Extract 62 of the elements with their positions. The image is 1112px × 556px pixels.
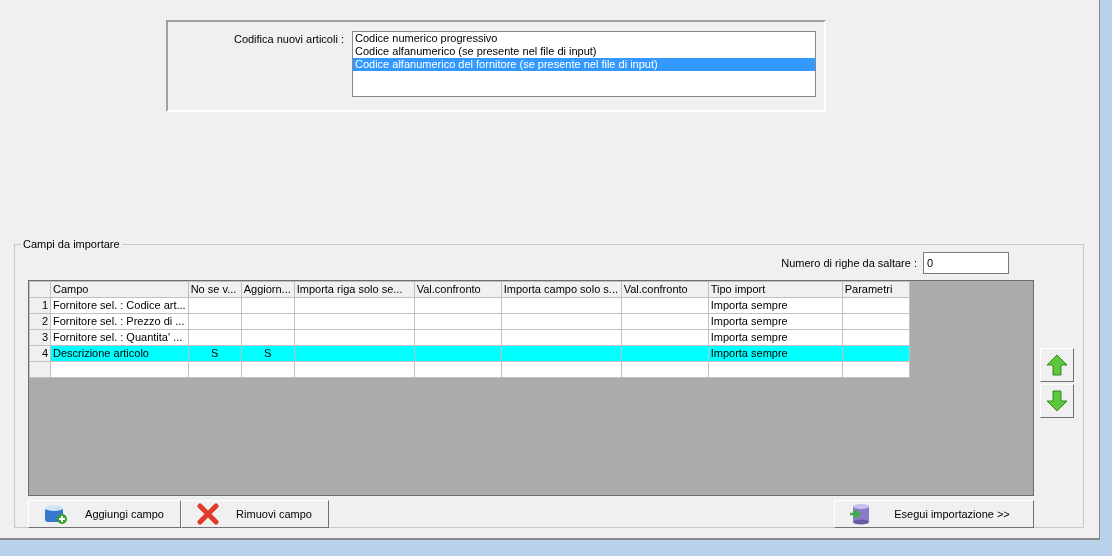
down-arrow-icon: [1046, 390, 1068, 412]
up-arrow-icon: [1046, 354, 1068, 376]
corner-cell: [29, 281, 51, 298]
remove-field-button[interactable]: Rimuovi campo: [181, 500, 329, 528]
list-option[interactable]: Codice numerico progressivo: [353, 32, 815, 45]
table-cell[interactable]: [621, 313, 709, 330]
table-cell[interactable]: Importa sempre: [708, 329, 843, 346]
table-cell[interactable]: [188, 297, 242, 314]
column-header[interactable]: Campo: [50, 281, 189, 298]
table-cell[interactable]: [188, 329, 242, 346]
column-header[interactable]: No se v...: [188, 281, 242, 298]
table-cell[interactable]: [241, 297, 295, 314]
table-cell[interactable]: [842, 297, 910, 314]
table-cell[interactable]: Fornitore sel. : Prezzo di ...: [50, 313, 189, 330]
move-up-button[interactable]: [1040, 348, 1074, 382]
column-header[interactable]: Tipo import: [708, 281, 843, 298]
box-plus-icon: [43, 503, 69, 525]
column-header[interactable]: Parametri: [842, 281, 910, 298]
table-cell[interactable]: [294, 329, 415, 346]
table-cell[interactable]: [621, 297, 709, 314]
table-cell[interactable]: [241, 329, 295, 346]
column-header[interactable]: Val.confronto: [621, 281, 709, 298]
table-cell[interactable]: [241, 313, 295, 330]
table-cell[interactable]: Fornitore sel. : Quantita' ...: [50, 329, 189, 346]
empty-cell[interactable]: [708, 361, 843, 378]
coding-label: Codifica nuovi articoli :: [232, 33, 344, 47]
table-cell[interactable]: [501, 297, 622, 314]
move-down-button[interactable]: [1040, 384, 1074, 418]
table-cell[interactable]: [414, 297, 502, 314]
table-cell[interactable]: Fornitore sel. : Codice art...: [50, 297, 189, 314]
column-header[interactable]: Val.confronto: [414, 281, 502, 298]
database-arrow-icon: [849, 503, 871, 525]
table-cell[interactable]: [188, 313, 242, 330]
table-cell[interactable]: [414, 329, 502, 346]
table-cell[interactable]: Importa sempre: [708, 297, 843, 314]
empty-cell[interactable]: [241, 361, 295, 378]
empty-cell[interactable]: [294, 361, 415, 378]
run-import-button[interactable]: Esegui importazione >>: [834, 500, 1034, 528]
table-cell[interactable]: [294, 313, 415, 330]
empty-cell[interactable]: [188, 361, 242, 378]
column-header[interactable]: Aggiorn...: [241, 281, 295, 298]
skip-rows-label: Numero di righe da saltare :: [781, 257, 917, 269]
skip-rows-field[interactable]: 0: [923, 252, 1009, 274]
empty-cell[interactable]: [501, 361, 622, 378]
table-cell[interactable]: [294, 297, 415, 314]
add-field-button[interactable]: Aggiungi campo: [28, 500, 181, 528]
empty-cell[interactable]: [621, 361, 709, 378]
empty-cell[interactable]: [414, 361, 502, 378]
empty-cell[interactable]: [842, 361, 910, 378]
column-header[interactable]: Importa campo solo s...: [501, 281, 622, 298]
table-cell[interactable]: [621, 329, 709, 346]
x-mark-icon: [196, 502, 220, 526]
table-cell[interactable]: [842, 313, 910, 330]
list-option[interactable]: Codice alfanumerico (se presente nel file di input): [353, 45, 815, 58]
table-cell[interactable]: Importa sempre: [708, 313, 843, 330]
table-cell[interactable]: [842, 329, 910, 346]
coding-listbox[interactable]: Codice numerico progressivo Codice alfanumerico (se presente nel file di input) Codice alfanumerico del fornitore (se presente nel file di input): [352, 31, 816, 97]
table-cell[interactable]: [414, 313, 502, 330]
table-cell[interactable]: [501, 329, 622, 346]
table-cell[interactable]: [501, 313, 622, 330]
column-header[interactable]: Importa riga solo se...: [294, 281, 415, 298]
group-title: Campi da importare: [22, 238, 121, 250]
